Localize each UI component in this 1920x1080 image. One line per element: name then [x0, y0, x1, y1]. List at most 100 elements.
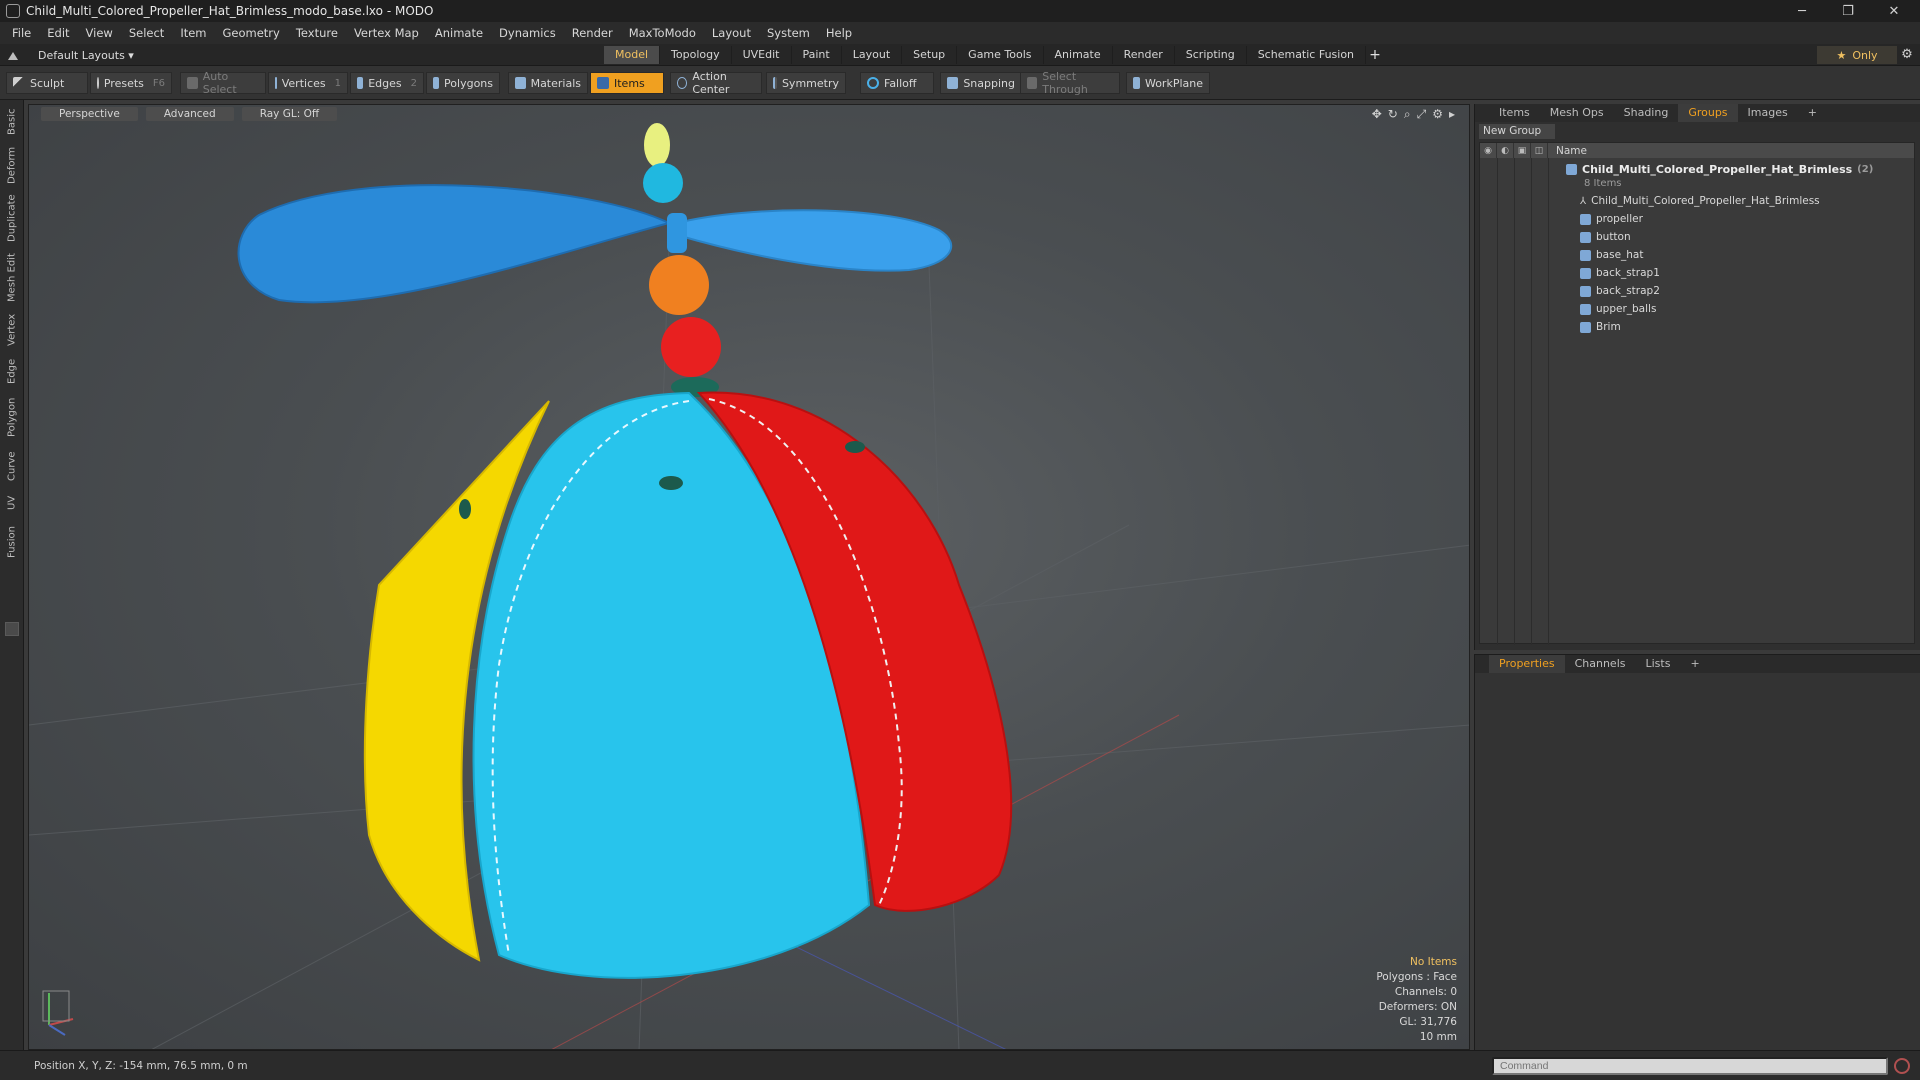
strip-toggle-button[interactable] — [5, 622, 19, 636]
menu-vertex-map[interactable]: Vertex Map — [346, 26, 427, 40]
menu-file[interactable]: File — [4, 26, 39, 40]
tab-model[interactable]: Model — [604, 46, 661, 64]
vtab-edge[interactable]: Edge — [2, 354, 22, 388]
only-button[interactable]: ★ Only — [1817, 46, 1897, 64]
tab-animate[interactable]: Animate — [1044, 46, 1113, 64]
items-icon — [597, 77, 609, 89]
restore-button[interactable]: ❐ — [1826, 0, 1870, 22]
polygons-button[interactable]: Polygons — [426, 72, 500, 94]
menu-render[interactable]: Render — [564, 26, 621, 40]
edges-button[interactable]: Edges 2 — [350, 72, 424, 94]
tab-schematic-fusion[interactable]: Schematic Fusion — [1247, 46, 1367, 64]
menu-help[interactable]: Help — [818, 26, 860, 40]
tab-shading[interactable]: Shading — [1614, 104, 1679, 122]
vtab-fusion[interactable]: Fusion — [2, 520, 22, 564]
list-item[interactable]: button — [1580, 229, 1631, 246]
viewport-gear-icon[interactable]: ⚙ — [1432, 107, 1443, 122]
menu-layout[interactable]: Layout — [704, 26, 759, 40]
list-item[interactable]: base_hat — [1580, 247, 1644, 264]
add-panel-tab-button[interactable]: + — [1798, 104, 1827, 122]
gear-icon[interactable]: ⚙ — [1896, 46, 1918, 64]
list-item[interactable]: back_strap1 — [1580, 265, 1660, 282]
render-icon[interactable]: ◐ — [1497, 143, 1514, 158]
menu-texture[interactable]: Texture — [288, 26, 346, 40]
menu-view[interactable]: View — [78, 26, 121, 40]
advanced-button[interactable]: Advanced — [145, 107, 234, 121]
tab-items[interactable]: Items — [1489, 104, 1540, 122]
select-through-button[interactable]: Select Through — [1020, 70, 1120, 96]
vtab-basic[interactable]: Basic — [2, 104, 22, 140]
propeller-right-blade[interactable] — [676, 209, 953, 272]
tab-lists[interactable]: Lists — [1636, 655, 1681, 673]
viewport-more-icon[interactable]: ▸ — [1449, 107, 1455, 122]
fit-icon[interactable]: ⤢ — [1417, 107, 1427, 122]
menu-dynamics[interactable]: Dynamics — [491, 26, 564, 40]
new-group-button[interactable]: New Group — [1479, 124, 1555, 139]
falloff-button[interactable]: Falloff — [860, 72, 934, 94]
items-button[interactable]: Items — [590, 72, 664, 94]
zoom-icon[interactable]: ⌕ — [1404, 107, 1411, 122]
vtab-duplicate[interactable]: Duplicate — [2, 190, 22, 246]
tab-groups[interactable]: Groups — [1678, 104, 1738, 122]
tab-mesh-ops[interactable]: Mesh Ops — [1540, 104, 1614, 122]
auto-select-button[interactable]: Auto Select — [180, 70, 266, 96]
tab-properties[interactable]: Properties — [1489, 655, 1565, 673]
list-item[interactable]: upper_balls — [1580, 301, 1656, 318]
name-column-header[interactable]: Name — [1548, 145, 1587, 157]
viewport-scene — [29, 123, 1469, 1049]
tab-topology[interactable]: Topology — [660, 46, 732, 64]
vtab-deform[interactable]: Deform — [2, 144, 22, 186]
workplane-button[interactable]: WorkPlane — [1126, 72, 1210, 94]
tab-setup[interactable]: Setup — [902, 46, 958, 64]
tab-render[interactable]: Render — [1113, 46, 1175, 64]
symmetry-button[interactable]: Symmetry — [766, 72, 846, 94]
tab-channels[interactable]: Channels — [1565, 655, 1636, 673]
vtab-uv[interactable]: UV — [2, 490, 22, 516]
list-item[interactable]: Brim — [1580, 319, 1621, 336]
layout-selector[interactable]: Default Layouts ▾ — [8, 47, 134, 63]
tab-paint[interactable]: Paint — [792, 46, 842, 64]
presets-button[interactable]: Presets F6 — [90, 72, 172, 94]
vtab-polygon[interactable]: Polygon — [2, 392, 22, 442]
tab-scripting[interactable]: Scripting — [1175, 46, 1247, 64]
command-run-icon[interactable] — [1894, 1058, 1910, 1074]
list-item[interactable]: ⅄ Child_Multi_Colored_Propeller_Hat_Brim… — [1580, 193, 1820, 210]
tab-images[interactable]: Images — [1738, 104, 1798, 122]
sculpt-button[interactable]: Sculpt — [6, 72, 88, 94]
pan-icon[interactable]: ✥ — [1372, 107, 1382, 122]
close-button[interactable]: ✕ — [1872, 0, 1916, 22]
tab-layout[interactable]: Layout — [842, 46, 903, 64]
lock-icon[interactable]: ▣ — [1514, 143, 1531, 158]
3d-viewport[interactable]: Perspective Advanced Ray GL: Off ✥ ↻ ⌕ ⤢… — [28, 104, 1470, 1050]
vertices-button[interactable]: Vertices 1 — [268, 72, 348, 94]
command-input[interactable] — [1492, 1057, 1888, 1075]
list-item[interactable]: back_strap2 — [1580, 283, 1660, 300]
snapping-button[interactable]: Snapping — [940, 72, 1022, 94]
action-center-button[interactable]: Action Center — [670, 70, 762, 96]
perspective-button[interactable]: Perspective — [41, 107, 138, 121]
propeller-left-blade[interactable] — [237, 184, 672, 304]
visibility-eye-icon[interactable]: ◉ — [1480, 143, 1497, 158]
menu-geometry[interactable]: Geometry — [215, 26, 288, 40]
menu-animate[interactable]: Animate — [427, 26, 491, 40]
vtab-curve[interactable]: Curve — [2, 446, 22, 486]
vtab-mesh-edit[interactable]: Mesh Edit — [2, 250, 22, 306]
menu-item[interactable]: Item — [172, 26, 214, 40]
menu-select[interactable]: Select — [121, 26, 172, 40]
add-tab-button[interactable]: + — [1366, 46, 1384, 64]
raygl-button[interactable]: Ray GL: Off — [241, 107, 338, 121]
collapse-up-icon[interactable] — [8, 50, 18, 60]
menu-edit[interactable]: Edit — [39, 26, 77, 40]
rotate-icon[interactable]: ↻ — [1388, 107, 1398, 122]
tab-uvedit[interactable]: UVEdit — [732, 46, 792, 64]
tab-game-tools[interactable]: Game Tools — [957, 46, 1044, 64]
add-properties-tab-button[interactable]: + — [1680, 655, 1709, 673]
snapping-icon — [947, 77, 959, 89]
list-item[interactable]: propeller — [1580, 211, 1643, 228]
materials-button[interactable]: Materials — [508, 72, 588, 94]
menu-maxtomodo[interactable]: MaxToModo — [621, 26, 704, 40]
menu-system[interactable]: System — [759, 26, 818, 40]
vtab-vertex[interactable]: Vertex — [2, 310, 22, 350]
minimize-button[interactable]: ─ — [1780, 0, 1824, 22]
select-icon[interactable]: ◫ — [1531, 143, 1548, 158]
